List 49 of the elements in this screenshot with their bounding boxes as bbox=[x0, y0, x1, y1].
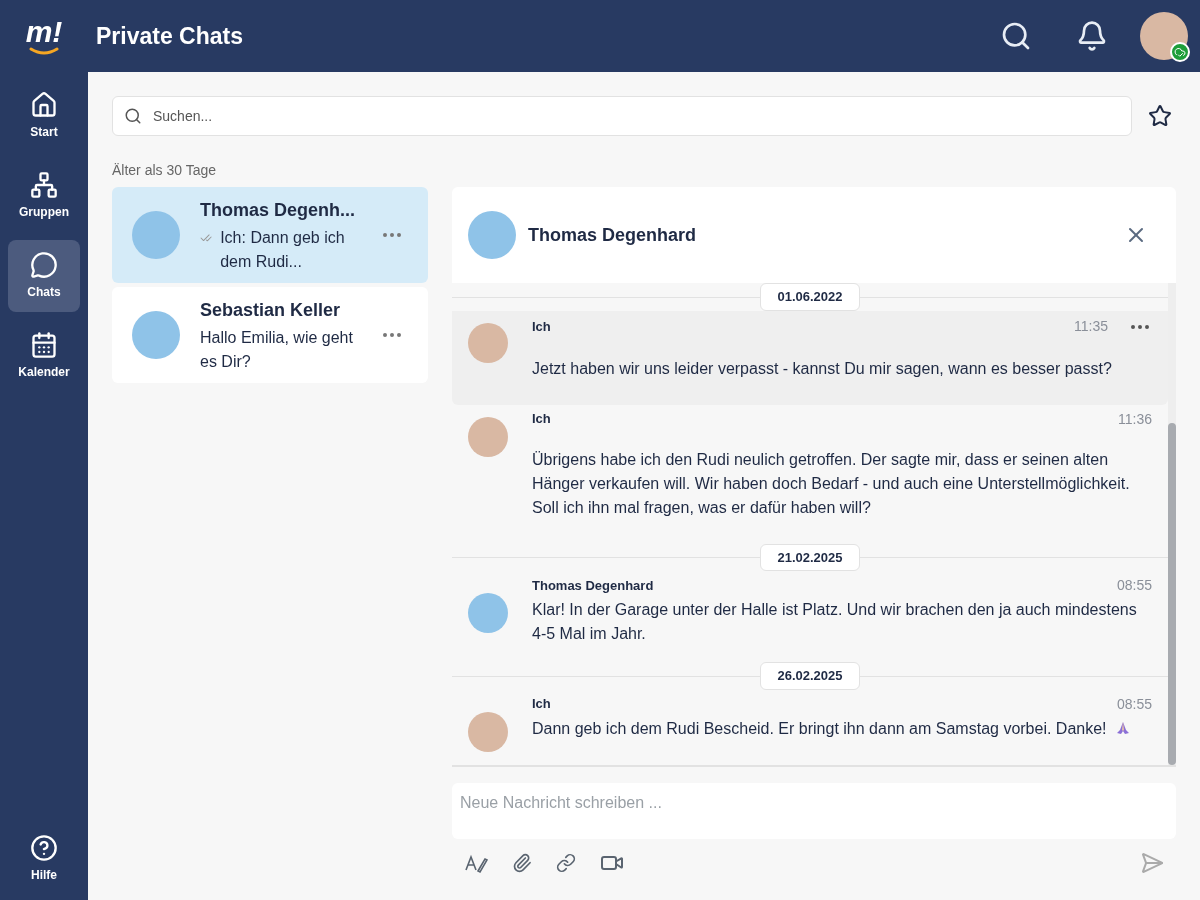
help-icon bbox=[30, 834, 58, 862]
nav-item[interactable]: Start bbox=[8, 80, 80, 152]
message-text: Dann geb ich dem Rudi Bescheid. Er bringt ihn dann am Samstag vorbei. Danke! bbox=[532, 718, 1107, 739]
search-field[interactable]: Suchen... bbox=[112, 96, 1132, 136]
avatar-photo bbox=[468, 211, 516, 259]
avatar-photo bbox=[1140, 12, 1188, 60]
link-icon[interactable] bbox=[556, 853, 576, 873]
contact-name: Sebastian Keller bbox=[200, 298, 342, 322]
hierarchy-icon bbox=[30, 171, 58, 199]
message-text: Jetzt haben wir uns leider verpasst - kannst Du mir sagen, wann es besser passt? bbox=[532, 358, 1112, 379]
bell-icon[interactable] bbox=[1076, 20, 1108, 52]
conversation-item[interactable]: Thomas Degenh... Ich: Dann geb ich dem Rudi... bbox=[112, 187, 428, 283]
conversation-item[interactable]: Sebastian Keller Hallo Emilia, wie geht es Dir? bbox=[112, 287, 428, 383]
message-time: 11:36 bbox=[1118, 409, 1152, 429]
smile-icon bbox=[29, 47, 59, 55]
chat-title: Thomas Degenhard bbox=[528, 223, 697, 247]
attachment-icon[interactable] bbox=[512, 853, 532, 873]
message-preview: Hallo Emilia, wie geht es Dir? bbox=[200, 327, 354, 372]
sender-name: Ich bbox=[532, 410, 551, 429]
contact-name: Thomas Degenh... bbox=[200, 198, 357, 222]
sender-name: Ich bbox=[532, 695, 551, 714]
avatar-photo bbox=[132, 211, 180, 259]
date-separator: 01.06.2022 bbox=[760, 283, 860, 311]
nav-item[interactable]: Gruppen bbox=[8, 160, 80, 232]
date-separator: 26.02.2025 bbox=[760, 662, 860, 690]
message-time: 11:35 bbox=[1074, 317, 1108, 336]
sender-name: Ich bbox=[532, 317, 551, 336]
home-icon bbox=[30, 91, 58, 119]
message-time: 08:55 bbox=[1116, 576, 1152, 595]
search-icon bbox=[124, 107, 142, 125]
message-input-field[interactable]: Neue Nachricht schreiben ... bbox=[452, 783, 1176, 839]
app-logo[interactable]: m! bbox=[25, 17, 63, 47]
page-title: Private Chats bbox=[96, 21, 243, 51]
section-label: Älter als 30 Tage bbox=[112, 161, 218, 180]
nav-item[interactable]: Kalender bbox=[8, 320, 80, 392]
message-preview: Ich: Dann geb ich dem Rudi... bbox=[220, 227, 346, 272]
avatar-photo bbox=[132, 311, 180, 359]
help-nav-item[interactable]: Hilfe bbox=[8, 834, 80, 884]
message-text: Übrigens habe ich den Rudi neulich getroffen. Der sagte mir, dass er seinen alten Hänger verkaufen will. Wir haben doch Bedarf - und auch eine Unterstellmöglichkeit. Soll ich ihn mal fragen, was er dafür haben will? bbox=[532, 449, 1131, 518]
scrollbar[interactable] bbox=[1168, 283, 1176, 765]
message-text: Klar! In der Garage unter der Halle ist Platz. Und wir brachen den ja auch mindestens 4-5 Mal im Jahr. bbox=[532, 600, 1138, 644]
calendar-icon bbox=[30, 331, 58, 359]
speech-bubble-icon bbox=[30, 251, 58, 279]
star-icon[interactable] bbox=[1148, 104, 1172, 128]
search-icon[interactable] bbox=[1000, 20, 1032, 52]
nav-item[interactable]: Chats bbox=[8, 240, 80, 312]
date-separator: 21.02.2025 bbox=[760, 543, 860, 571]
message-time: 08:55 bbox=[1116, 694, 1152, 714]
sender-name: Thomas Degenhard bbox=[532, 576, 654, 595]
